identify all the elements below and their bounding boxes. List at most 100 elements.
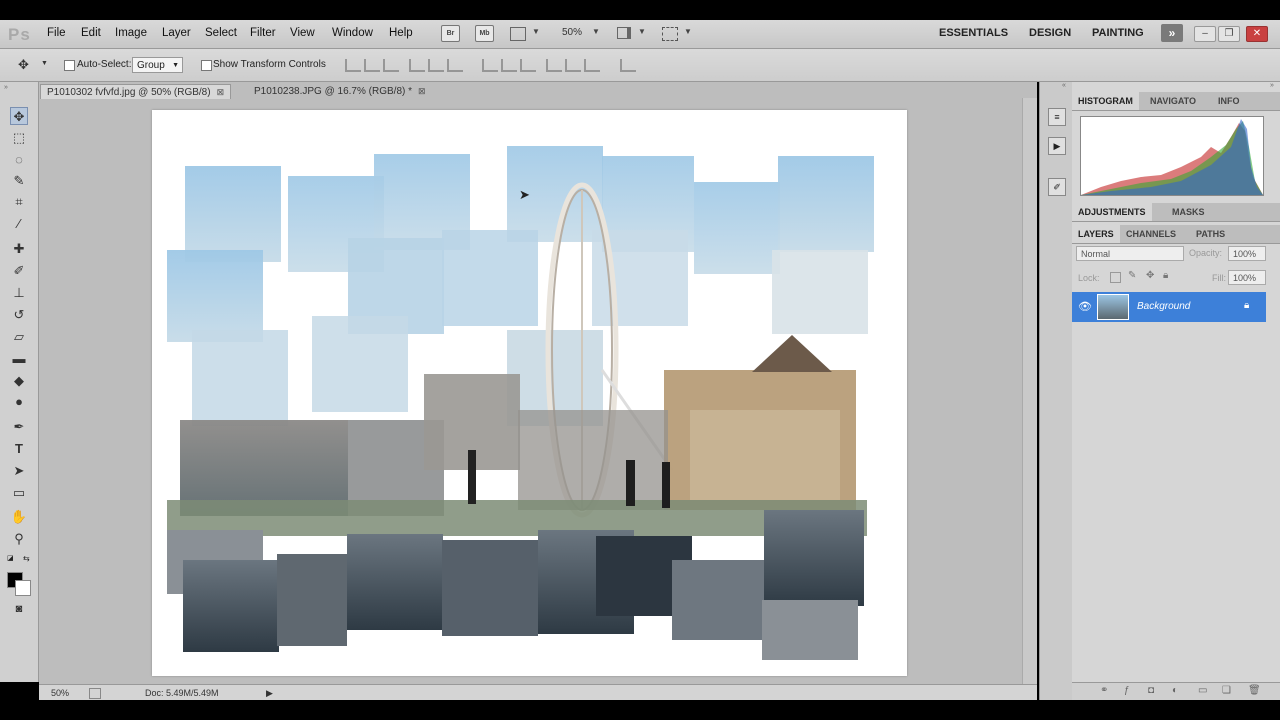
crop-tool-icon[interactable]: ⌗ xyxy=(10,193,28,211)
menu-edit[interactable]: Edit xyxy=(81,27,101,39)
lock-all-icon[interactable]: 🔒︎ xyxy=(1163,270,1168,281)
distribute-hcenter-icon[interactable] xyxy=(565,59,581,72)
menu-filter[interactable]: Filter xyxy=(250,27,276,39)
tab-paths[interactable]: PATHS xyxy=(1190,225,1231,243)
add-mask-icon[interactable]: ◘ xyxy=(1148,685,1154,696)
tab-navigator[interactable]: NAVIGATO xyxy=(1144,92,1202,110)
close-tab-icon[interactable]: ⊠ xyxy=(217,87,225,97)
lock-position-icon[interactable]: ✥ xyxy=(1146,270,1154,281)
new-group-icon[interactable]: ▭ xyxy=(1198,685,1207,696)
align-top-icon[interactable] xyxy=(345,59,361,72)
opacity-field[interactable]: 100% xyxy=(1228,246,1266,261)
background-color-swatch[interactable] xyxy=(15,580,31,596)
align-vcenter-icon[interactable] xyxy=(364,59,380,72)
status-menu-arrow[interactable]: ▶ xyxy=(266,685,273,701)
tab-document-2[interactable]: P1010238.JPG @ 16.7% (RGB/8) * ⊠ xyxy=(248,84,432,98)
tab-masks[interactable]: MASKS xyxy=(1166,203,1211,221)
quick-selection-tool-icon[interactable]: ✎ xyxy=(10,172,28,190)
eyedropper-tool-icon[interactable]: ⁄ xyxy=(10,215,28,233)
blend-mode-dropdown[interactable]: Normal xyxy=(1076,246,1184,261)
shape-tool-icon[interactable]: ▭ xyxy=(10,484,28,502)
bridge-icon[interactable]: Br xyxy=(441,25,460,42)
distribute-left-icon[interactable] xyxy=(546,59,562,72)
brushes-panel-icon[interactable]: ✐ xyxy=(1048,178,1066,196)
new-layer-icon[interactable]: ❏ xyxy=(1222,685,1231,696)
chevron-down-icon[interactable]: ▼ xyxy=(684,27,692,36)
workspace-painting[interactable]: PAINTING xyxy=(1092,27,1144,39)
status-info-icon[interactable] xyxy=(89,688,101,699)
lock-pixels-icon[interactable]: ✎ xyxy=(1128,270,1136,281)
layer-style-icon[interactable]: ƒ xyxy=(1124,685,1130,696)
menu-image[interactable]: Image xyxy=(115,27,147,39)
align-right-icon[interactable] xyxy=(447,59,463,72)
status-zoom[interactable]: 50% xyxy=(51,685,69,701)
actions-panel-icon[interactable]: ▶ xyxy=(1048,137,1066,155)
default-colors-icon[interactable]: ◪ xyxy=(7,554,14,562)
workspace-essentials[interactable]: ESSENTIALS xyxy=(939,27,1008,39)
adjustment-layer-icon[interactable]: ◐ xyxy=(1172,685,1178,696)
auto-select-dropdown[interactable]: Group ▼ xyxy=(132,57,183,73)
screen-mode-icon[interactable] xyxy=(662,27,678,41)
swap-colors-icon[interactable]: ⇆ xyxy=(23,554,30,563)
move-tool-icon[interactable]: ✥ xyxy=(10,107,28,125)
clone-stamp-tool-icon[interactable]: ⊥ xyxy=(10,284,28,302)
minibridge-icon[interactable]: Mb xyxy=(475,25,494,42)
type-tool-icon[interactable]: T xyxy=(10,440,28,458)
lock-transparency-icon[interactable] xyxy=(1110,272,1121,283)
tab-layers[interactable]: LAYERS xyxy=(1072,225,1120,243)
chevron-down-icon[interactable]: ▼ xyxy=(41,60,48,67)
tab-document-1[interactable]: P1010302 fvfvfd.jpg @ 50% (RGB/8) ⊠ xyxy=(40,84,232,99)
chevron-down-icon[interactable]: ▼ xyxy=(592,27,600,36)
restore-button[interactable]: ❐ xyxy=(1218,26,1240,42)
view-extras-icon[interactable] xyxy=(510,27,526,41)
close-button[interactable]: ✕ xyxy=(1246,26,1268,42)
delete-layer-icon[interactable]: 🗑︎ xyxy=(1248,685,1261,696)
vertical-scrollbar[interactable] xyxy=(1022,98,1037,684)
menu-layer[interactable]: Layer xyxy=(162,27,191,39)
close-tab-icon[interactable]: ⊠ xyxy=(418,86,426,96)
menu-file[interactable]: File xyxy=(47,27,66,39)
gradient-tool-icon[interactable]: ▬ xyxy=(10,350,28,368)
link-layers-icon[interactable]: ⚭ xyxy=(1100,685,1108,696)
auto-align-layers-icon[interactable] xyxy=(620,59,636,72)
menu-window[interactable]: Window xyxy=(332,27,373,39)
distribute-bottom-icon[interactable] xyxy=(520,59,536,72)
collapse-panel-icon[interactable]: » xyxy=(4,84,8,91)
collapse-panel-icon[interactable]: « xyxy=(1062,82,1066,89)
align-hcenter-icon[interactable] xyxy=(428,59,444,72)
eye-visibility-icon[interactable]: 👁︎ xyxy=(1078,300,1092,313)
arrange-documents-icon[interactable] xyxy=(617,27,631,39)
zoom-tool-icon[interactable]: ⚲ xyxy=(10,530,28,548)
show-transform-checkbox[interactable] xyxy=(201,60,212,71)
path-selection-tool-icon[interactable]: ➤ xyxy=(10,462,28,480)
distribute-right-icon[interactable] xyxy=(584,59,600,72)
menu-view[interactable]: View xyxy=(290,27,315,39)
move-tool-icon[interactable]: ✥ xyxy=(18,57,29,73)
blur-tool-icon[interactable]: ◆ xyxy=(10,372,28,390)
pen-tool-icon[interactable]: ✒ xyxy=(10,418,28,436)
tab-histogram[interactable]: HISTOGRAM xyxy=(1072,92,1139,110)
zoom-level[interactable]: 50% xyxy=(562,27,582,38)
dodge-tool-icon[interactable]: ● xyxy=(10,393,28,411)
history-brush-tool-icon[interactable]: ↺ xyxy=(10,306,28,324)
healing-brush-tool-icon[interactable]: ✚ xyxy=(10,240,28,258)
tab-info[interactable]: INFO xyxy=(1212,92,1246,110)
tab-adjustments[interactable]: ADJUSTMENTS xyxy=(1072,203,1152,221)
minimize-button[interactable]: – xyxy=(1194,26,1216,42)
lasso-tool-icon[interactable]: ◌ xyxy=(10,151,28,169)
chevron-down-icon[interactable]: ▼ xyxy=(532,27,540,36)
menu-help[interactable]: Help xyxy=(389,27,413,39)
menu-select[interactable]: Select xyxy=(205,27,237,39)
hand-tool-icon[interactable]: ✋ xyxy=(10,508,28,526)
workspace-design[interactable]: DESIGN xyxy=(1029,27,1071,39)
quick-mask-icon[interactable]: ◙ xyxy=(10,600,28,618)
distribute-top-icon[interactable] xyxy=(482,59,498,72)
align-bottom-icon[interactable] xyxy=(383,59,399,72)
marquee-tool-icon[interactable]: ⬚ xyxy=(10,129,28,147)
auto-select-checkbox[interactable] xyxy=(64,60,75,71)
tab-channels[interactable]: CHANNELS xyxy=(1120,225,1182,243)
chevron-down-icon[interactable]: ▼ xyxy=(638,27,646,36)
align-left-icon[interactable] xyxy=(409,59,425,72)
distribute-vcenter-icon[interactable] xyxy=(501,59,517,72)
eraser-tool-icon[interactable]: ▱ xyxy=(10,328,28,346)
